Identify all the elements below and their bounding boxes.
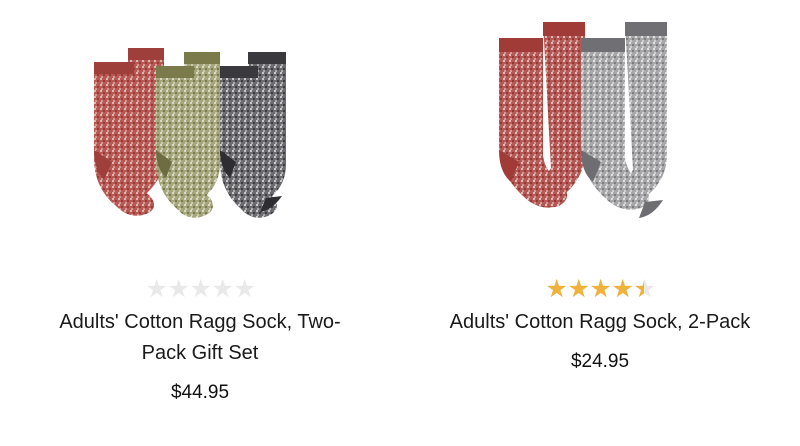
star-icon: ★★ <box>589 275 612 303</box>
star-icon: ★★ <box>567 275 590 303</box>
rating-stars: ★★★★★★★★★★ <box>400 275 800 303</box>
star-fill-icon: ★ <box>567 277 589 301</box>
star-icon: ★★ <box>611 275 634 303</box>
star-icon: ★ <box>189 275 212 303</box>
star-icon: ★★ <box>633 275 656 303</box>
star-fill-icon: ★ <box>545 277 567 301</box>
star-icon: ★ <box>167 275 190 303</box>
star-icon: ★ <box>233 275 256 303</box>
rating-stars: ★ ★ ★ ★ ★ <box>0 275 400 303</box>
product-image[interactable] <box>485 0 745 250</box>
product-image[interactable] <box>70 0 330 250</box>
product-card[interactable]: ★ ★ ★ ★ ★ Adults' Cotton Ragg Sock, Two- Pac… <box>0 0 400 403</box>
star-fill-icon: ★ <box>589 277 611 301</box>
star-fill-icon: ★ <box>611 277 633 301</box>
star-fill-icon: ★ <box>634 277 645 301</box>
product-price: $24.95 <box>570 351 630 372</box>
product-grid: ★ ★ ★ ★ ★ Adults' Cotton Ragg Sock, Two- Pac… <box>0 0 800 446</box>
star-icon: ★ <box>211 275 234 303</box>
product-name[interactable]: Adults' Cotton Ragg Sock, Two- Pack Gift… <box>0 307 400 369</box>
star-icon: ★ <box>145 275 168 303</box>
product-name[interactable]: Adults' Cotton Ragg Sock, 2-Pack <box>400 307 800 338</box>
product-price: $44.95 <box>170 382 230 403</box>
product-name-line[interactable]: Adults' Cotton Ragg Sock, Two- <box>0 307 400 338</box>
star-icon: ★★ <box>545 275 568 303</box>
product-card[interactable]: ★★★★★★★★★★ Adults' Cotton Ragg Sock, 2-P… <box>400 0 800 372</box>
product-name-line[interactable]: Pack Gift Set <box>0 338 400 369</box>
